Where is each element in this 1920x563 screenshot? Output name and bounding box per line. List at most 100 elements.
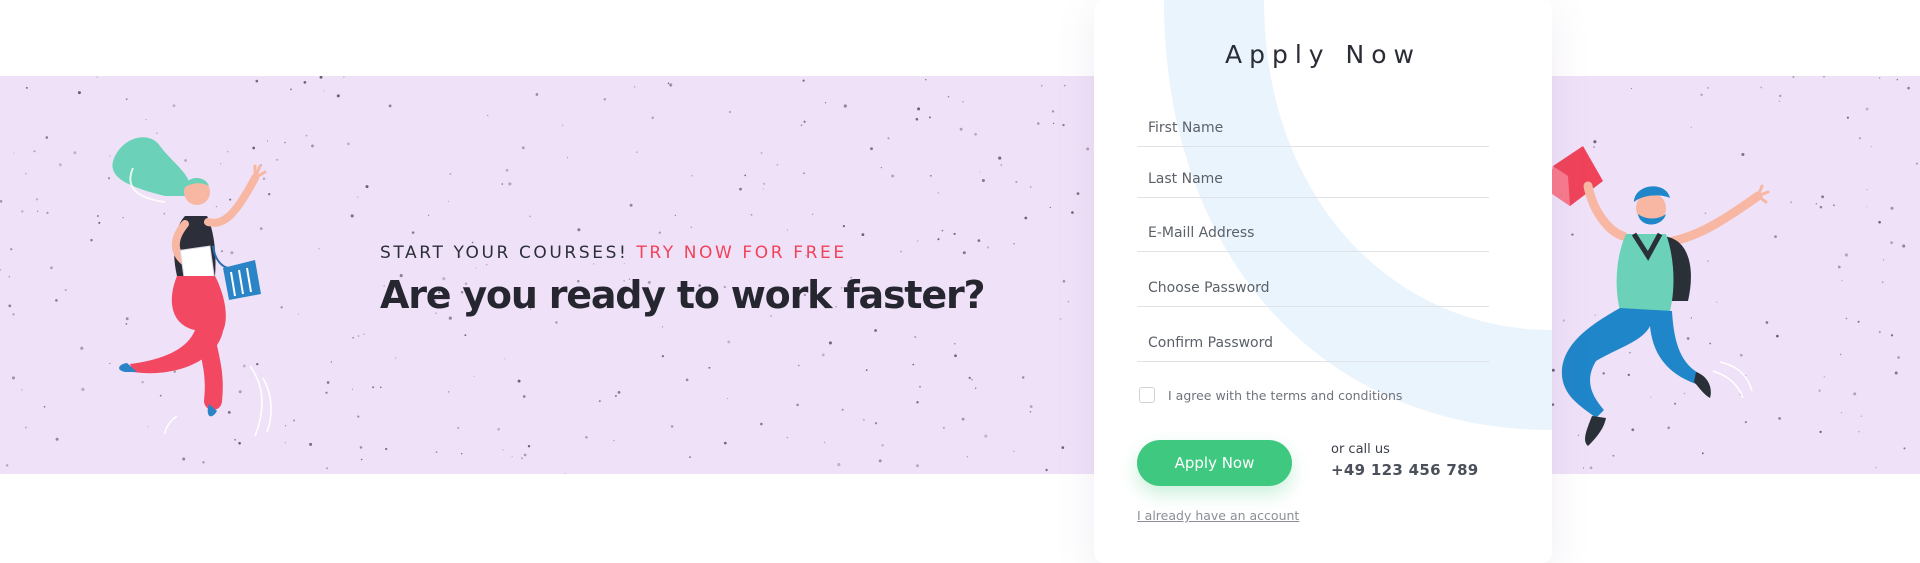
speckle-dot (974, 132, 977, 136)
speckle-dot (352, 336, 354, 339)
terms-checkbox[interactable] (1139, 387, 1155, 403)
speckle-dot (636, 151, 638, 153)
speckle-dot (870, 147, 873, 151)
phone-number[interactable]: +49 123 456 789 (1331, 461, 1479, 479)
speckle-dot (617, 391, 621, 394)
speckle-dot (448, 391, 450, 393)
speckle-dot (561, 124, 564, 126)
speckle-dot (46, 211, 49, 215)
speckle-dot (727, 340, 731, 344)
speckle-dot (891, 174, 894, 178)
speckle-dot (880, 166, 883, 169)
speckle-dot (975, 387, 977, 389)
speckle-dot (862, 418, 865, 421)
speckle-dot (878, 459, 882, 463)
speckle-dot (24, 426, 27, 429)
speckle-dot (685, 378, 689, 382)
speckle-dot (504, 358, 506, 360)
speckle-dot (824, 102, 827, 104)
speckle-dot (1013, 450, 1015, 452)
speckle-dot (1052, 122, 1055, 125)
speckle-dot (744, 174, 747, 177)
speckle-dot (917, 107, 921, 111)
first-name-field[interactable] (1137, 109, 1489, 147)
speckle-dot (1589, 466, 1593, 470)
speckle-dot (1690, 126, 1692, 129)
speckle-dot (1000, 164, 1002, 166)
speckle-dot (1062, 279, 1066, 283)
speckle-dot (881, 444, 884, 447)
speckle-dot (25, 172, 27, 175)
speckle-dot (861, 233, 865, 237)
speckle-dot (928, 116, 931, 119)
speckle-dot (802, 79, 805, 82)
email-field[interactable] (1137, 214, 1489, 252)
speckle-dot (388, 104, 392, 108)
speckle-dot (962, 101, 964, 103)
man-jumping-illustration (1548, 146, 1770, 446)
speckle-dot (45, 136, 49, 139)
promo-tagline: START YOUR COURSES! TRY NOW FOR FREE (380, 243, 984, 263)
promo-headline: Are you ready to work faster? (380, 273, 986, 317)
speckle-dot (1029, 186, 1032, 188)
speckle-dot (1903, 447, 1906, 450)
speckle-dot (360, 458, 363, 461)
speckle-dot (1837, 265, 1841, 269)
speckle-dot (812, 213, 814, 215)
speckle-dot (1890, 334, 1894, 337)
speckle-dot (33, 150, 36, 153)
speckle-dot (614, 394, 617, 397)
speckle-dot (1858, 430, 1860, 433)
speckle-dot (1823, 76, 1825, 78)
speckle-dot (760, 422, 763, 426)
speckle-dot (43, 405, 46, 408)
speckle-dot (1865, 107, 1869, 111)
speckle-dot (380, 386, 382, 389)
apply-now-button[interactable]: Apply Now (1137, 440, 1292, 486)
speckle-dot (1061, 446, 1065, 449)
speckle-dot (728, 110, 731, 114)
speckle-dot (690, 226, 692, 228)
speckle-dot (634, 86, 636, 88)
speckle-dot (914, 336, 917, 339)
speckle-dot (318, 247, 320, 250)
speckle-dot (1582, 467, 1585, 469)
speckle-dot (763, 182, 766, 185)
woman-jumping-illustration (112, 137, 272, 436)
existing-account-link[interactable]: I already have an account (1137, 508, 1299, 523)
speckle-dot (1897, 356, 1900, 359)
speckle-dot (966, 456, 968, 458)
speckle-dot (786, 229, 789, 231)
speckle-dot (394, 357, 397, 359)
choose-password-field[interactable] (1137, 269, 1489, 307)
speckle-dot (598, 400, 601, 403)
speckle-dot (925, 79, 927, 81)
speckle-dot (58, 163, 62, 167)
speckle-dot (0, 268, 2, 271)
speckle-dot (1841, 280, 1843, 282)
terms-label: I agree with the terms and conditions (1168, 387, 1403, 403)
speckle-dot (1067, 301, 1069, 303)
speckle-dot (916, 401, 919, 404)
speckle-dot (981, 179, 985, 182)
confirm-password-field[interactable] (1137, 324, 1489, 362)
speckle-dot (8, 275, 11, 278)
speckle-dot (303, 81, 307, 84)
speckle-dot (447, 200, 450, 203)
speckle-dot (919, 385, 921, 388)
speckle-dot (497, 427, 501, 431)
speckle-dot (1858, 137, 1862, 140)
speckle-dot (11, 376, 16, 380)
speckle-dot (564, 472, 566, 474)
speckle-dot (202, 460, 205, 464)
speckle-dot (1890, 206, 1894, 210)
speckle-dot (234, 438, 236, 441)
last-name-field[interactable] (1137, 160, 1489, 198)
speckle-dot (357, 196, 359, 198)
speckle-dot (1062, 123, 1065, 127)
speckle-dot (1063, 84, 1066, 87)
speckle-dot (1894, 371, 1898, 375)
speckle-dot (1890, 241, 1893, 245)
speckle-dot (1878, 330, 1881, 333)
speckle-dot (1778, 417, 1781, 420)
